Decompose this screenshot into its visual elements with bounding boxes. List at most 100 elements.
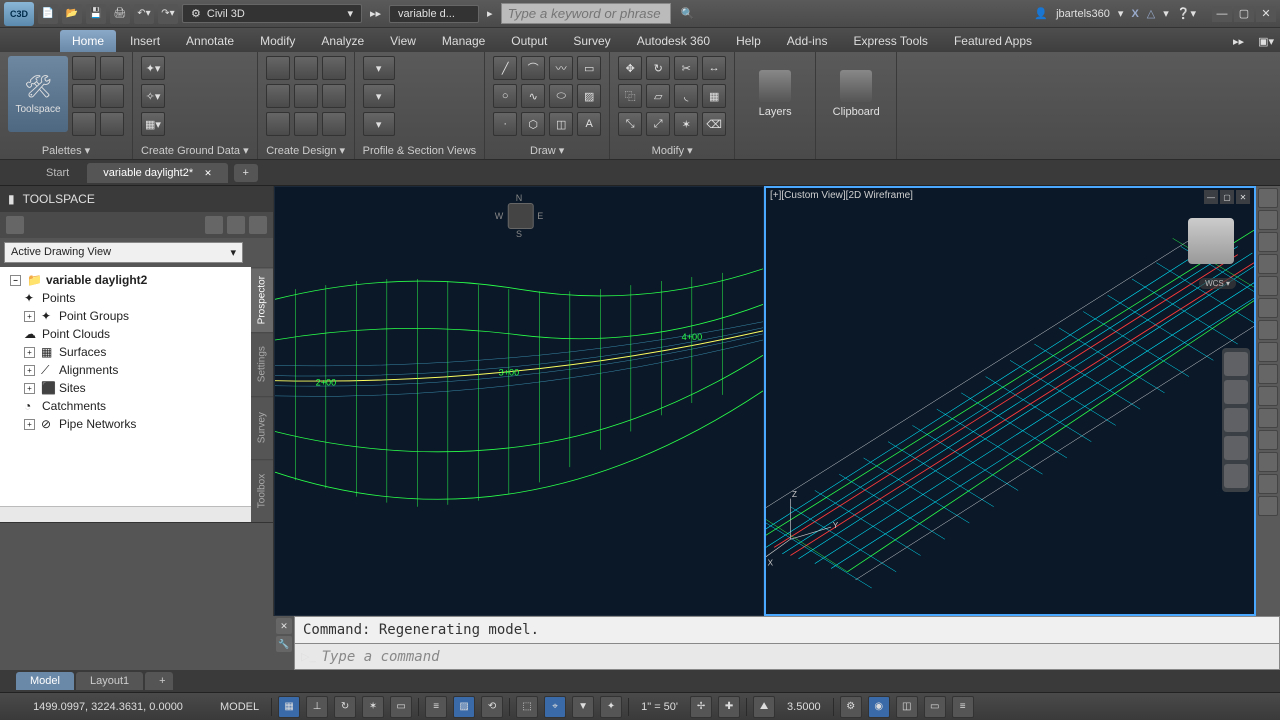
doc-tab-active[interactable]: variable daylight2* ✕	[87, 163, 228, 183]
modify-rotate-icon[interactable]: ↻	[646, 56, 670, 80]
palette-icon-5[interactable]	[72, 112, 96, 136]
layout-tab-layout1[interactable]: Layout1	[76, 672, 143, 690]
rtb-icon-6[interactable]	[1258, 298, 1278, 318]
ts-toolbar-help-icon[interactable]	[249, 216, 267, 234]
signin-icon[interactable]: 👤	[1034, 7, 1048, 20]
draw-pline-icon[interactable]: 〰	[549, 56, 573, 80]
tree-item-pipenetworks[interactable]: +⊘Pipe Networks	[4, 415, 247, 433]
exchange-x-icon[interactable]: X	[1131, 8, 1138, 20]
ts-toolbar-btn-2[interactable]	[205, 216, 223, 234]
profile-icon-2[interactable]: ▾	[363, 84, 395, 108]
rtb-icon-14[interactable]	[1258, 474, 1278, 494]
help-icon[interactable]: ❔▾	[1177, 7, 1196, 20]
draw-polygon-icon[interactable]: ⬡	[521, 112, 545, 136]
tree-item-points[interactable]: ✦Points	[4, 289, 247, 307]
nav-orbit-icon[interactable]	[1224, 436, 1248, 460]
tree-item-sites[interactable]: +⬛Sites	[4, 379, 247, 397]
modify-array-icon[interactable]: ▦	[702, 84, 726, 108]
qat-overflow-icon[interactable]: ▸▸	[366, 7, 385, 20]
sb-ortho-icon[interactable]: ↻	[334, 696, 356, 718]
ts-toolbar-btn-1[interactable]	[6, 216, 24, 234]
palette-icon-4[interactable]	[100, 84, 124, 108]
modify-erase-icon[interactable]: ⌫	[702, 112, 726, 136]
draw-text-icon[interactable]: A	[577, 112, 601, 136]
ground-icon-1[interactable]: ✦▾	[141, 56, 165, 80]
status-scale[interactable]: 1" = 50'	[635, 701, 684, 713]
sb-annoscale-icon[interactable]: ✢	[690, 696, 712, 718]
draw-ellipse-icon[interactable]: ⬭	[549, 84, 573, 108]
tab-modify[interactable]: Modify	[248, 30, 307, 52]
search-input[interactable]	[501, 3, 671, 24]
sb-lineweight-icon[interactable]: ≡	[425, 696, 447, 718]
modify-explode-icon[interactable]: ✶	[674, 112, 698, 136]
nav-wheel-icon[interactable]	[1224, 352, 1248, 376]
toolspace-view-dropdown[interactable]: Active Drawing View▾	[4, 242, 243, 263]
rtb-icon-10[interactable]	[1258, 386, 1278, 406]
sb-workspace-icon[interactable]: ⚙	[840, 696, 862, 718]
tab-expresstools[interactable]: Express Tools	[841, 30, 939, 52]
rtb-icon-3[interactable]	[1258, 232, 1278, 252]
sb-filter-icon[interactable]: ▼	[572, 696, 594, 718]
app-menu-icon[interactable]: C3D	[4, 2, 34, 26]
doc-tab-close-icon[interactable]: ✕	[204, 168, 212, 178]
draw-hatch-icon[interactable]: ▨	[577, 84, 601, 108]
ts-toolbar-btn-3[interactable]	[227, 216, 245, 234]
nav-pan-icon[interactable]	[1224, 380, 1248, 404]
rtb-icon-5[interactable]	[1258, 276, 1278, 296]
tab-view[interactable]: View	[378, 30, 428, 52]
a360-menu-icon[interactable]: ▾	[1163, 7, 1169, 20]
sb-gizmo-icon[interactable]: ✦	[600, 696, 622, 718]
tab-manage[interactable]: Manage	[430, 30, 497, 52]
draw-region-icon[interactable]: ◫	[549, 112, 573, 136]
tree-root[interactable]: −📁 variable daylight2	[4, 271, 247, 289]
modify-copy-icon[interactable]: ⿻	[618, 84, 642, 108]
draw-point-icon[interactable]: ·	[493, 112, 517, 136]
ribbon-overflow-icon[interactable]: ▸▸	[1227, 31, 1250, 52]
design-icon-2[interactable]	[294, 56, 318, 80]
sb-cleanscreen-icon[interactable]: ▭	[924, 696, 946, 718]
rtb-icon-1[interactable]	[1258, 188, 1278, 208]
prospector-tree[interactable]: −📁 variable daylight2 ✦Points +✦Point Gr…	[0, 267, 251, 506]
rtb-icon-9[interactable]	[1258, 364, 1278, 384]
tab-help[interactable]: Help	[724, 30, 773, 52]
sb-3dosnap-icon[interactable]: ⬚	[516, 696, 538, 718]
palette-icon-6[interactable]	[100, 112, 124, 136]
qat-undo-icon[interactable]: ↶▾	[134, 4, 154, 24]
panel-palettes-title[interactable]: Palettes ▾	[8, 142, 124, 159]
username-label[interactable]: jbartels360	[1056, 8, 1110, 20]
tree-item-pointgroups[interactable]: +✦Point Groups	[4, 307, 247, 325]
modify-fillet-icon[interactable]: ◟	[674, 84, 698, 108]
workspace-dropdown[interactable]: ⚙ Civil 3D▾	[182, 4, 362, 23]
qat-redo-icon[interactable]: ↷▾	[158, 4, 178, 24]
design-icon-6[interactable]	[322, 84, 346, 108]
draw-line-icon[interactable]: ╱	[493, 56, 517, 80]
draw-circle-icon[interactable]: ○	[493, 84, 517, 108]
tree-scrollbar[interactable]	[0, 506, 251, 522]
design-icon-9[interactable]	[322, 112, 346, 136]
cmd-close-icon[interactable]: ✕	[276, 618, 292, 634]
rtb-icon-7[interactable]	[1258, 320, 1278, 340]
viewport-max-icon[interactable]: ▢	[1220, 190, 1234, 204]
design-icon-5[interactable]	[294, 84, 318, 108]
recent-docs-icon[interactable]: ▸	[483, 7, 497, 20]
sb-dynucs-icon[interactable]: ⌖	[544, 696, 566, 718]
toolspace-grip-icon[interactable]: ▮	[8, 192, 15, 206]
panel-create-ground-title[interactable]: Create Ground Data ▾	[141, 142, 249, 159]
rtb-icon-4[interactable]	[1258, 254, 1278, 274]
nav-showmotion-icon[interactable]	[1224, 464, 1248, 488]
toolspace-button[interactable]: 🛠 Toolspace	[8, 56, 68, 132]
rtb-icon-13[interactable]	[1258, 452, 1278, 472]
design-icon-1[interactable]	[266, 56, 290, 80]
viewport-left[interactable]: N W E S	[274, 186, 764, 616]
wcs-indicator[interactable]: WCS ▾	[1199, 278, 1236, 289]
viewcube[interactable]	[1188, 218, 1234, 264]
sb-isolate-icon[interactable]: ◫	[896, 696, 918, 718]
vtab-settings[interactable]: Settings	[251, 332, 273, 395]
ground-icon-3[interactable]: ▦▾	[141, 112, 165, 136]
profile-icon-3[interactable]: ▾	[363, 112, 395, 136]
palette-icon-3[interactable]	[72, 84, 96, 108]
panel-modify-title[interactable]: Modify ▾	[618, 142, 726, 159]
panel-draw-title[interactable]: Draw ▾	[493, 142, 601, 159]
nav-zoom-icon[interactable]	[1224, 408, 1248, 432]
vtab-prospector[interactable]: Prospector	[251, 267, 273, 332]
